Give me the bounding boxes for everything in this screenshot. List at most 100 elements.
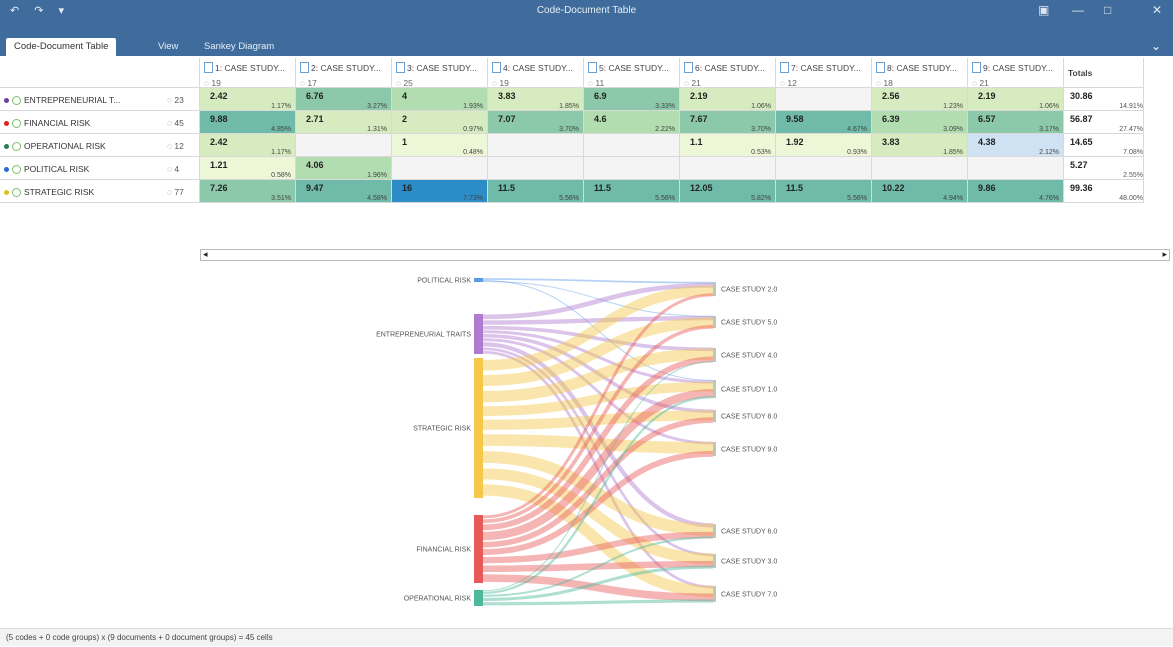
maximize-icon[interactable]: □ [1104, 3, 1111, 17]
table-cell[interactable]: 4.38 2.12% [968, 134, 1064, 157]
row-header[interactable]: OPERATIONAL RISK ◌ 12 [0, 134, 200, 157]
column-header[interactable]: 3: CASE STUDY... ◌ 25 [392, 58, 488, 88]
table-cell[interactable] [872, 157, 968, 180]
sankey-source-node[interactable] [474, 314, 483, 354]
column-header[interactable]: 5: CASE STUDY... ◌ 11 [584, 58, 680, 88]
cell-percent: 3.17% [1039, 126, 1059, 133]
table-cell[interactable]: 4 1.93% [392, 88, 488, 111]
chevron-down-icon[interactable]: ⌄ [1151, 39, 1161, 53]
sankey-source-node[interactable] [474, 278, 483, 282]
table-cell[interactable] [680, 157, 776, 180]
table-cell[interactable] [392, 157, 488, 180]
table-cell[interactable]: 6.76 3.27% [296, 88, 392, 111]
table-cell[interactable] [584, 157, 680, 180]
sankey-target-node[interactable] [713, 380, 716, 398]
sankey-target-node[interactable] [713, 348, 716, 362]
sankey-source-node[interactable] [474, 515, 483, 583]
table-cell[interactable] [584, 134, 680, 157]
column-quote-count: ◌ 19 [492, 78, 509, 88]
restore-ribbon-icon[interactable]: ▣ [1038, 3, 1049, 17]
column-header[interactable]: 4: CASE STUDY... ◌ 19 [488, 58, 584, 88]
table-cell[interactable]: 2.19 1.06% [968, 88, 1064, 111]
column-header[interactable]: 9: CASE STUDY... ◌ 21 [968, 58, 1064, 88]
table-cell[interactable]: 7.26 3.51% [200, 180, 296, 203]
cell-value: 1 [402, 137, 408, 147]
column-quote-count: ◌ 11 [588, 78, 604, 88]
table-cell[interactable]: 12.05 5.82% [680, 180, 776, 203]
column-header[interactable]: 8: CASE STUDY... ◌ 18 [872, 58, 968, 88]
table-cell[interactable]: 1 0.48% [392, 134, 488, 157]
table-cell[interactable]: 3.83 1.85% [488, 88, 584, 111]
table-cell[interactable]: 9.47 4.58% [296, 180, 392, 203]
scroll-left-icon[interactable]: ◂ [203, 249, 208, 260]
column-header[interactable]: 7: CASE STUDY... ◌ 12 [776, 58, 872, 88]
close-icon[interactable]: ✕ [1152, 3, 1162, 17]
sankey-target-node[interactable] [713, 442, 716, 456]
table-cell[interactable]: 10.22 4.94% [872, 180, 968, 203]
table-cell[interactable]: 16 7.73% [392, 180, 488, 203]
sankey-target-node[interactable] [713, 316, 716, 328]
table-cell[interactable] [776, 157, 872, 180]
sankey-source-node[interactable] [474, 590, 483, 606]
table-cell[interactable] [968, 157, 1064, 180]
table-cell[interactable]: 9.86 4.76% [968, 180, 1064, 203]
table-cell[interactable]: 4.6 2.22% [584, 111, 680, 134]
column-header[interactable]: 6: CASE STUDY... ◌ 21 [680, 58, 776, 88]
scroll-right-icon[interactable]: ▸ [1162, 249, 1167, 260]
column-header[interactable]: 2: CASE STUDY... ◌ 17 [296, 58, 392, 88]
table-cell[interactable] [776, 88, 872, 111]
sankey-target-node[interactable] [713, 410, 716, 422]
cell-percent: 4.85% [271, 126, 291, 133]
sankey-source-node[interactable] [474, 358, 483, 498]
row-header[interactable]: ENTREPRENEURIAL T... ◌ 23 [0, 88, 200, 111]
table-cell[interactable]: 3.83 1.85% [872, 134, 968, 157]
table-cell[interactable] [488, 157, 584, 180]
tab-code-document-table[interactable]: Code-Document Table [6, 38, 117, 56]
table-cell[interactable]: 7.07 3.70% [488, 111, 584, 134]
table-cell[interactable]: 6.39 3.09% [872, 111, 968, 134]
table-cell[interactable]: 9.58 4.67% [776, 111, 872, 134]
sankey-target-node[interactable] [713, 586, 716, 602]
tab-view[interactable]: View [150, 38, 186, 56]
table-cell[interactable]: 9.88 4.85% [200, 111, 296, 134]
row-header[interactable]: STRATEGIC RISK ◌ 77 [0, 180, 200, 203]
minimize-icon[interactable]: — [1072, 3, 1084, 17]
table-cell[interactable]: 2.71 1.31% [296, 111, 392, 134]
sankey-target-node[interactable] [713, 554, 716, 568]
table-cell[interactable]: 1.1 0.53% [680, 134, 776, 157]
column-count: 19 [499, 78, 509, 88]
row-header[interactable]: FINANCIAL RISK ◌ 45 [0, 111, 200, 134]
row-header[interactable]: POLITICAL RISK ◌ 4 [0, 157, 200, 180]
column-header[interactable]: 1: CASE STUDY... ◌ 19 [200, 58, 296, 88]
table-cell[interactable]: 4.06 1.96% [296, 157, 392, 180]
table-cell[interactable]: 7.67 3.70% [680, 111, 776, 134]
table-cell[interactable]: 2.42 1.17% [200, 88, 296, 111]
cell-percent: 3.70% [751, 126, 771, 133]
table-cell[interactable]: 2.56 1.23% [872, 88, 968, 111]
cell-value: 2.19 [690, 91, 708, 101]
cell-percent: 5.82% [751, 195, 771, 202]
horizontal-scrollbar[interactable]: ◂ ▸ [200, 249, 1170, 261]
table-cell[interactable]: 6.9 3.33% [584, 88, 680, 111]
sankey-target-node[interactable] [713, 282, 716, 296]
table-cell[interactable]: 2.42 1.17% [200, 134, 296, 157]
table-cell[interactable]: 11.5 5.56% [488, 180, 584, 203]
tab-sankey-diagram[interactable]: Sankey Diagram [196, 38, 282, 56]
cell-percent: 2.12% [1039, 149, 1059, 156]
cell-value: 6.39 [882, 114, 900, 124]
cell-value: 9.58 [786, 114, 804, 124]
table-cell[interactable] [488, 134, 584, 157]
table-cell[interactable]: 2.19 1.06% [680, 88, 776, 111]
row-total-percent: 27.47% [1119, 126, 1143, 133]
table-cell[interactable]: 1.21 0.58% [200, 157, 296, 180]
table-cell[interactable]: 11.5 5.56% [776, 180, 872, 203]
table-cell[interactable]: 1.92 0.93% [776, 134, 872, 157]
sankey-target-node[interactable] [713, 524, 716, 538]
table-cell[interactable] [296, 134, 392, 157]
row-total-value: 14.65 [1070, 137, 1093, 147]
table-cell[interactable]: 2 0.97% [392, 111, 488, 134]
table-cell[interactable]: 6.57 3.17% [968, 111, 1064, 134]
table-cell[interactable]: 11.5 5.56% [584, 180, 680, 203]
cell-percent: 7.73% [463, 195, 483, 202]
cell-percent: 5.56% [847, 195, 867, 202]
